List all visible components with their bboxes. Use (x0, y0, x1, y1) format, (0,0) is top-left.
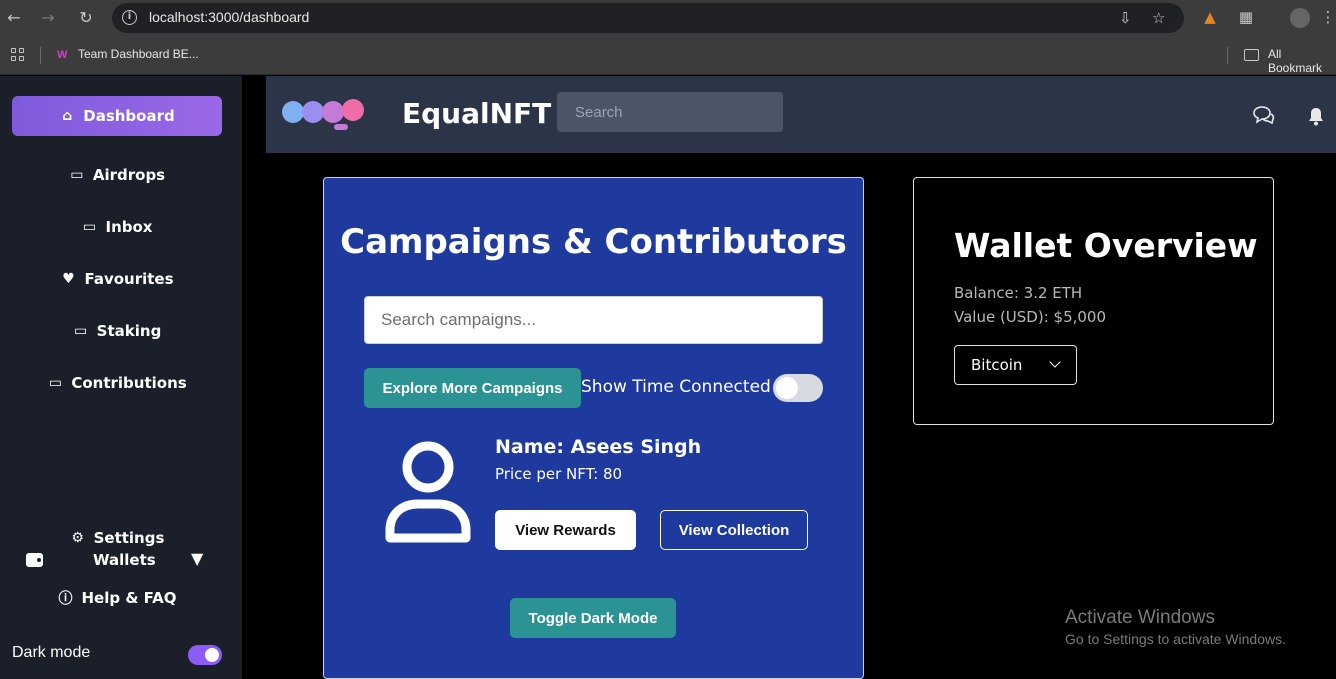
sidebar-item-inbox[interactable]: ▭ Inbox (12, 207, 222, 247)
contributor-name: Name: Asees Singh (495, 436, 702, 458)
bookmark-team-dashboard[interactable]: Team Dashboard BE... (78, 47, 199, 61)
forward-icon[interactable]: → (38, 8, 58, 28)
install-app-icon[interactable]: ⇩ (1119, 9, 1132, 27)
chevron-down-icon (1049, 356, 1061, 368)
inbox-tray-icon: ▭ (74, 323, 88, 339)
bookmark-separator (1227, 47, 1228, 64)
currency-select-value: Bitcoin (971, 356, 1023, 374)
inbox-tray-icon: ▭ (82, 219, 97, 235)
bookmark-separator (40, 47, 41, 64)
sidebar-item-label: Inbox (105, 218, 153, 236)
chat-icon[interactable] (1251, 104, 1275, 126)
sidebar-item-dashboard[interactable]: ⌂ Dashboard (12, 96, 222, 136)
sidebar-item-label: Staking (96, 322, 162, 340)
info-icon: ⓘ (58, 591, 73, 607)
activate-windows-title: Activate Windows (1065, 607, 1215, 628)
back-icon[interactable]: ← (4, 8, 24, 28)
sidebar-item-label: Settings (93, 529, 165, 547)
all-bookmarks[interactable]: All Bookmark (1268, 47, 1336, 75)
dark-mode-toggle[interactable] (188, 645, 222, 665)
sidebar-item-settings[interactable]: ⚙ Settings (12, 518, 222, 558)
sidebar-item-label: Contributions (71, 374, 187, 392)
campaigns-card: Campaigns & Contributors Explore More Ca… (323, 177, 864, 679)
apps-grid-icon[interactable] (11, 48, 25, 62)
sidebar-item-label: Help & FAQ (81, 589, 177, 607)
top-header: EqualNFT (266, 76, 1336, 153)
sidebar-item-label: Airdrops (92, 166, 166, 184)
inbox-tray-icon: ▭ (70, 167, 84, 183)
folder-icon[interactable] (1244, 49, 1259, 61)
campaign-search-input[interactable] (364, 296, 823, 344)
bookmark-star-icon[interactable]: ☆ (1152, 9, 1165, 27)
bell-icon[interactable] (1305, 104, 1327, 126)
reload-icon[interactable]: ↻ (76, 8, 96, 28)
home-icon: ⌂ (62, 108, 73, 124)
dark-mode-row: Dark mode (12, 642, 222, 668)
activate-windows-subtitle: Go to Settings to activate Windows. (1065, 631, 1286, 647)
sidebar-item-contributions[interactable]: ▭ Contributions (12, 363, 222, 403)
wallet-balance: Balance: 3.2 ETH (954, 284, 1083, 302)
logo (282, 98, 382, 132)
user-avatar-icon (385, 441, 471, 543)
site-info-icon[interactable]: i (122, 10, 137, 25)
url-text[interactable]: localhost:3000/dashboard (149, 9, 309, 25)
wallet-title: Wallet Overview (954, 226, 1258, 265)
dark-mode-label: Dark mode (12, 644, 91, 661)
brand-title: EqualNFT (402, 97, 552, 130)
team-logo-icon: W (57, 49, 68, 61)
search-input[interactable] (557, 92, 783, 132)
profile-avatar-icon[interactable] (1290, 8, 1310, 28)
browser-toolbar: ← → ↻ i localhost:3000/dashboard ⇩ ☆ ▲ ▦… (0, 0, 1336, 36)
sidebar-item-label: Favourites (84, 270, 174, 288)
metamask-icon[interactable]: ▲ (1200, 8, 1220, 28)
view-rewards-button[interactable]: View Rewards (495, 510, 636, 550)
toggle-dark-mode-button[interactable]: Toggle Dark Mode (510, 598, 676, 638)
wallet-overview-card: Wallet Overview Balance: 3.2 ETH Value (… (913, 177, 1274, 425)
address-bar[interactable]: i localhost:3000/dashboard ⇩ ☆ (112, 3, 1184, 33)
currency-select[interactable]: Bitcoin (954, 345, 1077, 385)
sidebar-item-airdrops[interactable]: ▭ Airdrops (12, 155, 222, 195)
extensions-icon[interactable]: ▦ (1236, 8, 1256, 28)
bookmarks-bar: W Team Dashboard BE... All Bookmark (0, 36, 1336, 75)
sidebar: ⌂ Dashboard ▭ Airdrops ▭ Inbox ♥ Favouri… (0, 76, 242, 679)
heart-icon: ♥ (62, 271, 75, 287)
sidebar-item-favourites[interactable]: ♥ Favourites (12, 259, 222, 299)
menu-icon[interactable]: ⋮ (1318, 8, 1336, 28)
view-collection-button[interactable]: View Collection (660, 510, 808, 550)
sidebar-item-staking[interactable]: ▭ Staking (12, 311, 222, 351)
inbox-tray-icon: ▭ (48, 375, 62, 391)
sidebar-item-label: Dashboard (83, 107, 175, 125)
campaigns-title: Campaigns & Contributors (340, 222, 847, 262)
sidebar-item-help[interactable]: ⓘ Help & FAQ (12, 578, 222, 618)
contributor-price: Price per NFT: 80 (495, 465, 623, 483)
wallet-value: Value (USD): $5,000 (954, 308, 1107, 326)
show-time-label: Show Time Connected (581, 377, 771, 397)
gear-icon: ⚙ (71, 530, 84, 546)
show-time-toggle[interactable] (773, 374, 823, 402)
explore-campaigns-button[interactable]: Explore More Campaigns (364, 368, 581, 408)
